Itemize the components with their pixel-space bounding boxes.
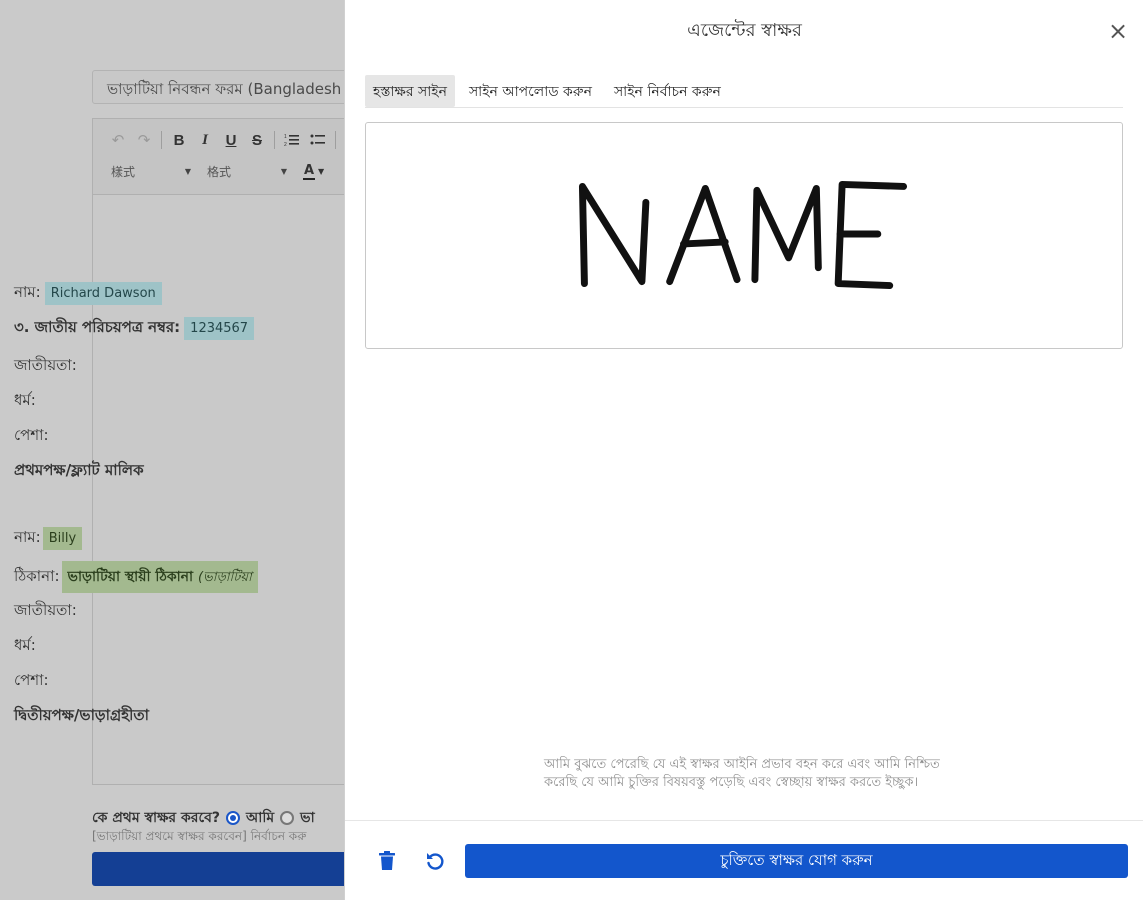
- second-party-heading: দ্বিতীয়পক্ষ/ভাড়াগ্রহীতা: [14, 706, 149, 724]
- numbered-list-icon[interactable]: 12: [279, 129, 305, 151]
- submit-button[interactable]: [92, 852, 362, 886]
- format-dropdown-label: 格式: [207, 165, 232, 179]
- format-dropdown[interactable]: 格式 ▼: [207, 163, 287, 180]
- address-field-value[interactable]: ভাড়াটিয়া স্থায়ী ঠিকানা (ভাড়াটিয়া: [61, 561, 258, 593]
- name-field-value[interactable]: Richard Dawson: [44, 282, 162, 305]
- name-label: নাম:: [14, 283, 41, 301]
- religion-label: ধর্ম:: [14, 636, 36, 654]
- modal-title: এজেন্টের স্বাক্ষর: [687, 20, 802, 41]
- radio-me[interactable]: [226, 811, 241, 825]
- radio-other-label: ভা: [300, 810, 315, 826]
- font-color-glyph: A: [303, 163, 315, 178]
- toolbar-divider: [161, 131, 162, 149]
- tab-upload-signature[interactable]: সাইন আপলোড করুন: [461, 75, 600, 107]
- nationality-label: জাতীয়তা:: [14, 356, 77, 374]
- address-hint: (ভাড়াটিয়া: [197, 570, 252, 585]
- svg-text:2: 2: [284, 142, 287, 147]
- name-field-value[interactable]: Billy: [42, 527, 83, 550]
- bullet-list-icon[interactable]: [305, 129, 331, 151]
- signature-tabs: হস্তাক্ষর সাইন সাইন আপলোড করুন সাইন নির্…: [365, 75, 1123, 108]
- style-dropdown[interactable]: 樣式 ▼: [111, 163, 191, 180]
- undo-icon[interactable]: ↶: [105, 129, 131, 151]
- who-signs-first: কে প্রথম স্বাক্ষর করবে? আমি ভা: [92, 806, 315, 830]
- strikethrough-button[interactable]: S: [244, 129, 270, 151]
- toolbar-divider: [335, 131, 336, 149]
- chevron-down-icon: ▼: [184, 167, 191, 176]
- address-value: ভাড়াটিয়া স্থায়ী ঠিকানা: [67, 569, 194, 585]
- religion-label: ধর্ম:: [14, 391, 36, 409]
- style-dropdown-label: 樣式: [111, 165, 136, 179]
- address-line: ঠিকানা: ভাড়াটিয়া স্থায়ী ঠিকানা (ভাড়া…: [14, 561, 258, 593]
- first-party-heading: প্রথমপক্ষ/ফ্ল্যাট মালিক: [14, 461, 144, 479]
- legal-disclaimer: আমি বুঝতে পেরেছি যে এই স্বাক্ষর আইনি প্র…: [544, 757, 940, 790]
- signature-drawing: [578, 180, 908, 290]
- nid-line: ৩. জাতীয় পরিচয়পত্র নম্বর: 1234567: [14, 316, 255, 341]
- toolbar-divider: [274, 131, 275, 149]
- modal-footer: চুক্তিতে স্বাক্ষর যোগ করুন: [345, 820, 1143, 900]
- signature-pad[interactable]: [365, 122, 1123, 349]
- address-label: ঠিকানা:: [14, 566, 60, 585]
- trash-icon[interactable]: [375, 849, 399, 873]
- profession-label: পেশা:: [14, 426, 49, 444]
- font-color-button[interactable]: A ▼: [303, 163, 324, 180]
- redo-icon[interactable]: ↷: [131, 129, 157, 151]
- nid-label: ৩. জাতীয় পরিচয়পত্র নম্বর:: [14, 318, 181, 336]
- chevron-down-icon: ▼: [280, 167, 287, 176]
- svg-text:1: 1: [284, 134, 287, 140]
- name-label: নাম:: [14, 528, 41, 546]
- signature-modal: এজেন্টের স্বাক্ষর × হস্তাক্ষর সাইন সাইন …: [344, 0, 1143, 900]
- name-line-2: নাম: Billy: [14, 526, 83, 551]
- font-color-icon: A: [303, 163, 315, 180]
- chevron-down-icon: ▼: [318, 167, 325, 176]
- nid-field-value[interactable]: 1234567: [184, 317, 255, 340]
- add-signature-button[interactable]: চুক্তিতে স্বাক্ষর যোগ করুন: [465, 844, 1128, 878]
- nationality-label: জাতীয়তা:: [14, 601, 77, 619]
- close-icon[interactable]: ×: [1107, 19, 1129, 43]
- sign-order-hint: [ভাড়াটিয়া প্রথমে স্বাক্ষর করবেন] নির্ব…: [92, 829, 307, 843]
- italic-button[interactable]: I: [192, 129, 218, 151]
- tab-select-signature[interactable]: সাইন নির্বাচন করুন: [606, 75, 729, 107]
- who-signs-first-label: কে প্রথম স্বাক্ষর করবে?: [92, 810, 221, 826]
- name-line-1: নাম: Richard Dawson: [14, 281, 162, 306]
- profession-label: পেশা:: [14, 671, 49, 689]
- tab-draw-signature[interactable]: হস্তাক্ষর সাইন: [365, 75, 455, 107]
- radio-other[interactable]: [280, 811, 295, 825]
- bold-button[interactable]: B: [166, 129, 192, 151]
- radio-me-label: আমি: [246, 810, 275, 826]
- undo-icon[interactable]: [423, 849, 447, 873]
- underline-button[interactable]: U: [218, 129, 244, 151]
